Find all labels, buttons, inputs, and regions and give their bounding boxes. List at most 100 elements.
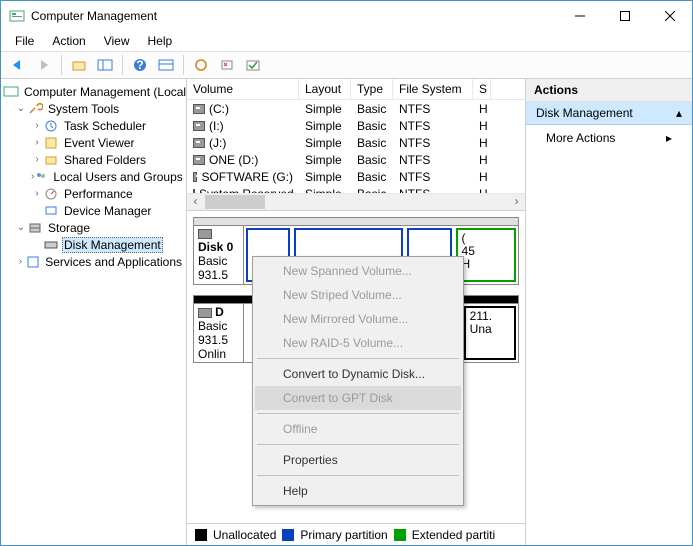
- app-icon: [9, 8, 25, 24]
- expander-icon[interactable]: ⌄: [15, 222, 27, 233]
- context-menu[interactable]: New Spanned Volume...New Striped Volume.…: [252, 256, 464, 506]
- partition[interactable]: ( 45 H: [456, 228, 516, 282]
- partition[interactable]: 211. Una: [464, 306, 516, 360]
- actions-section[interactable]: Disk Management ▴: [526, 102, 692, 125]
- context-menu-item: New Spanned Volume...: [255, 259, 461, 283]
- disk-icon: [43, 237, 59, 253]
- back-button[interactable]: [7, 54, 29, 76]
- volume-name: ONE (D:): [209, 153, 258, 167]
- col-type[interactable]: Type: [351, 79, 393, 99]
- close-button[interactable]: [647, 1, 692, 31]
- window-title: Computer Management: [31, 9, 557, 23]
- volume-icon: [193, 189, 195, 194]
- scroll-left-icon[interactable]: ‹: [187, 194, 204, 210]
- legend-swatch-extended: [394, 529, 406, 541]
- menubar: File Action View Help: [1, 31, 692, 51]
- tree-performance[interactable]: › Performance: [1, 185, 186, 202]
- tree-label: Device Manager: [62, 204, 153, 218]
- menu-file[interactable]: File: [7, 32, 42, 50]
- menu-help[interactable]: Help: [140, 32, 181, 50]
- volume-icon: [193, 121, 205, 131]
- volume-status: H: [473, 153, 491, 167]
- volume-name: (I:): [209, 119, 224, 133]
- tree-task-scheduler[interactable]: ›Task Scheduler: [1, 117, 186, 134]
- tree-disk-management[interactable]: Disk Management: [1, 236, 186, 253]
- storage-icon: [27, 220, 43, 236]
- properties-button[interactable]: [242, 54, 264, 76]
- menu-action[interactable]: Action: [44, 32, 93, 50]
- maximize-button[interactable]: [602, 1, 647, 31]
- tree-device-manager[interactable]: Device Manager: [1, 202, 186, 219]
- show-hide-tree-button[interactable]: [94, 54, 116, 76]
- volume-row[interactable]: SOFTWARE (G:)SimpleBasicNTFSH: [187, 168, 525, 185]
- expander-icon[interactable]: ›: [31, 154, 43, 165]
- expander-icon[interactable]: ›: [31, 188, 43, 199]
- expander-icon[interactable]: ⌄: [15, 103, 27, 114]
- context-menu-item: New RAID-5 Volume...: [255, 331, 461, 355]
- volume-type: Basic: [351, 102, 393, 116]
- disk-size: 931.5: [198, 333, 228, 347]
- volume-row[interactable]: (I:)SimpleBasicNTFSH: [187, 117, 525, 134]
- expander-icon[interactable]: ›: [15, 256, 26, 267]
- col-volume[interactable]: Volume: [187, 79, 299, 99]
- nav-tree[interactable]: Computer Management (Local ⌄ System Tool…: [1, 79, 187, 545]
- tree-event-viewer[interactable]: ›Event Viewer: [1, 134, 186, 151]
- toolbar-separator: [122, 55, 123, 75]
- scroll-right-icon[interactable]: ›: [508, 194, 525, 210]
- forward-button[interactable]: [33, 54, 55, 76]
- scroll-thumb[interactable]: [205, 195, 265, 209]
- disk-status: Onlin: [198, 347, 226, 361]
- col-status[interactable]: S: [473, 79, 491, 99]
- expander-icon[interactable]: ›: [31, 137, 43, 148]
- disk-type: Basic: [198, 319, 227, 333]
- menu-view[interactable]: View: [96, 32, 138, 50]
- legend-swatch-primary: [282, 529, 294, 541]
- col-fs[interactable]: File System: [393, 79, 473, 99]
- tree-services[interactable]: ›Services and Applications: [1, 253, 186, 270]
- tree-label: Performance: [62, 187, 135, 201]
- horizontal-scrollbar[interactable]: ‹ ›: [187, 193, 525, 210]
- up-button[interactable]: [68, 54, 90, 76]
- volume-fs: NTFS: [393, 102, 473, 116]
- context-menu-item[interactable]: Properties: [255, 448, 461, 472]
- scroll-track[interactable]: [266, 194, 508, 210]
- tree-shared-folders[interactable]: ›Shared Folders: [1, 151, 186, 168]
- volume-list[interactable]: Volume Layout Type File System S (C:)Sim…: [187, 79, 525, 211]
- expander-icon[interactable]: ›: [31, 120, 43, 131]
- volume-rows: (C:)SimpleBasicNTFSH(I:)SimpleBasicNTFSH…: [187, 100, 525, 193]
- users-icon: [34, 169, 48, 185]
- disk-info[interactable]: D Basic 931.5 Onlin: [194, 304, 244, 362]
- computer-icon: [3, 84, 19, 100]
- volume-row[interactable]: System ReservedSimpleBasicNTFSH: [187, 185, 525, 193]
- menu-separator: [257, 358, 459, 359]
- volume-row[interactable]: (C:)SimpleBasicNTFSH: [187, 100, 525, 117]
- folder-icon: [43, 152, 59, 168]
- menu-separator: [257, 475, 459, 476]
- context-menu-item[interactable]: Help: [255, 479, 461, 503]
- context-menu-item[interactable]: Convert to Dynamic Disk...: [255, 362, 461, 386]
- tree-label: Storage: [46, 221, 92, 235]
- refresh-button[interactable]: [190, 54, 212, 76]
- volume-layout: Simple: [299, 102, 351, 116]
- tree-storage[interactable]: ⌄ Storage: [1, 219, 186, 236]
- toolbar-separator: [61, 55, 62, 75]
- help-button[interactable]: ?: [129, 54, 151, 76]
- tree-system-tools[interactable]: ⌄ System Tools: [1, 100, 186, 117]
- col-layout[interactable]: Layout: [299, 79, 351, 99]
- disk-size: 931.5: [198, 268, 228, 282]
- view-button[interactable]: [155, 54, 177, 76]
- disk-icon: [198, 308, 212, 318]
- minimize-button[interactable]: [557, 1, 602, 31]
- tree-local-users[interactable]: ›Local Users and Groups: [1, 168, 186, 185]
- chevron-right-icon: ▸: [666, 131, 672, 145]
- volume-row[interactable]: ONE (D:)SimpleBasicNTFSH: [187, 151, 525, 168]
- menu-separator: [257, 444, 459, 445]
- window-controls: [557, 1, 692, 31]
- tree-root[interactable]: Computer Management (Local: [1, 83, 186, 100]
- disk-info[interactable]: Disk 0 Basic 931.5 Onlin: [194, 226, 244, 284]
- actions-more[interactable]: More Actions ▸: [526, 125, 692, 151]
- settings-button[interactable]: [216, 54, 238, 76]
- volume-status: H: [473, 170, 491, 184]
- volume-columns[interactable]: Volume Layout Type File System S: [187, 79, 525, 100]
- volume-row[interactable]: (J:)SimpleBasicNTFSH: [187, 134, 525, 151]
